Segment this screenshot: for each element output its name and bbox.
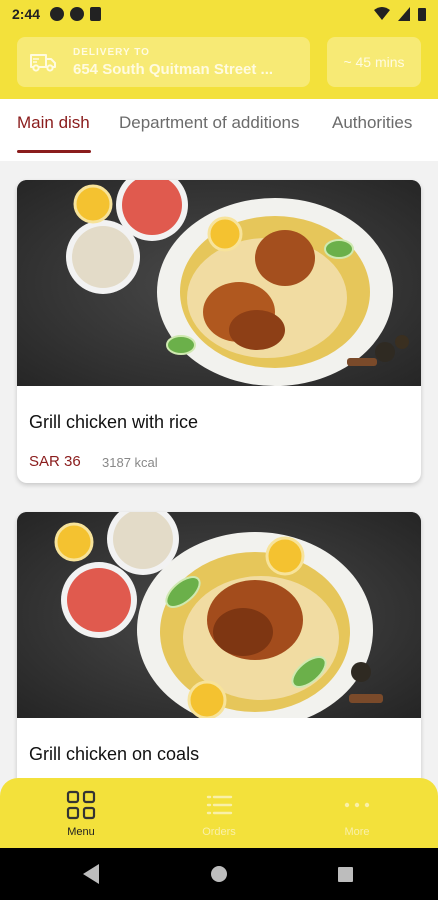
status-notification-icons [50,6,102,21]
more-dots-icon [344,802,370,808]
system-nav-buttons [83,864,353,884]
system-navigation-bar [0,848,438,900]
nav-menu-label: Menu [67,826,95,838]
battery-icon [418,7,426,21]
status-system-icons [374,6,426,21]
dish-photo [17,512,421,718]
notification-icon [50,6,65,21]
dish-image [17,180,421,386]
delivery-eta: ~ 45 mins [343,54,405,70]
list-icon [206,795,233,815]
nav-more-label: More [344,826,370,838]
delivery-label: DELIVERY TO [73,46,150,58]
delivery-eta-button[interactable]: ~ 45 mins [327,37,421,87]
dish-name: Grill chicken on coals [29,744,200,764]
recents-button[interactable] [338,867,353,882]
delivery-truck-icon [30,54,56,72]
status-bar: 2:44 [0,0,438,27]
signal-icon [398,6,410,21]
delivery-address-button[interactable]: DELIVERY TO 654 South Quitman Street ... [17,37,310,87]
nav-more[interactable]: More [307,790,407,838]
sd-card-icon [90,6,102,21]
category-tabs: Main dish Department of additions Author… [0,99,438,161]
nav-orders[interactable]: Orders [169,790,269,838]
tab-authorities[interactable]: Authorities [332,113,412,133]
nav-menu[interactable]: Menu [31,790,131,838]
dish-image [17,512,421,718]
app-header: DELIVERY TO 654 South Quitman Street ...… [0,27,438,99]
dish-photo [17,180,421,386]
dish-calories: 3187 kcal [102,455,158,470]
active-tab-indicator [17,150,91,153]
home-button[interactable] [211,866,227,882]
dish-price: SAR 36 [29,453,81,470]
status-time: 2:44 [12,5,41,22]
notification-icon [70,6,85,21]
delivery-address: 654 South Quitman Street ... [73,60,274,78]
wifi-icon [374,6,390,20]
tab-department-of-additions[interactable]: Department of additions [119,113,300,133]
dish-name: Grill chicken with rice [29,412,199,432]
back-button[interactable] [83,864,99,884]
nav-orders-label: Orders [202,826,236,838]
grid-icon [66,790,96,820]
menu-item-card[interactable]: Grill chicken on coals [17,512,421,812]
tab-main-dish[interactable]: Main dish [17,113,90,133]
delivery-text: DELIVERY TO 654 South Quitman Street ... [73,47,273,78]
bottom-navigation: Menu Orders More [0,778,438,848]
app-screen: 2:44 DELIVERY TO 654 South Quitman Stree… [0,0,438,900]
menu-item-card[interactable]: Grill chicken with rice SAR 36 3187 kcal [17,180,421,483]
